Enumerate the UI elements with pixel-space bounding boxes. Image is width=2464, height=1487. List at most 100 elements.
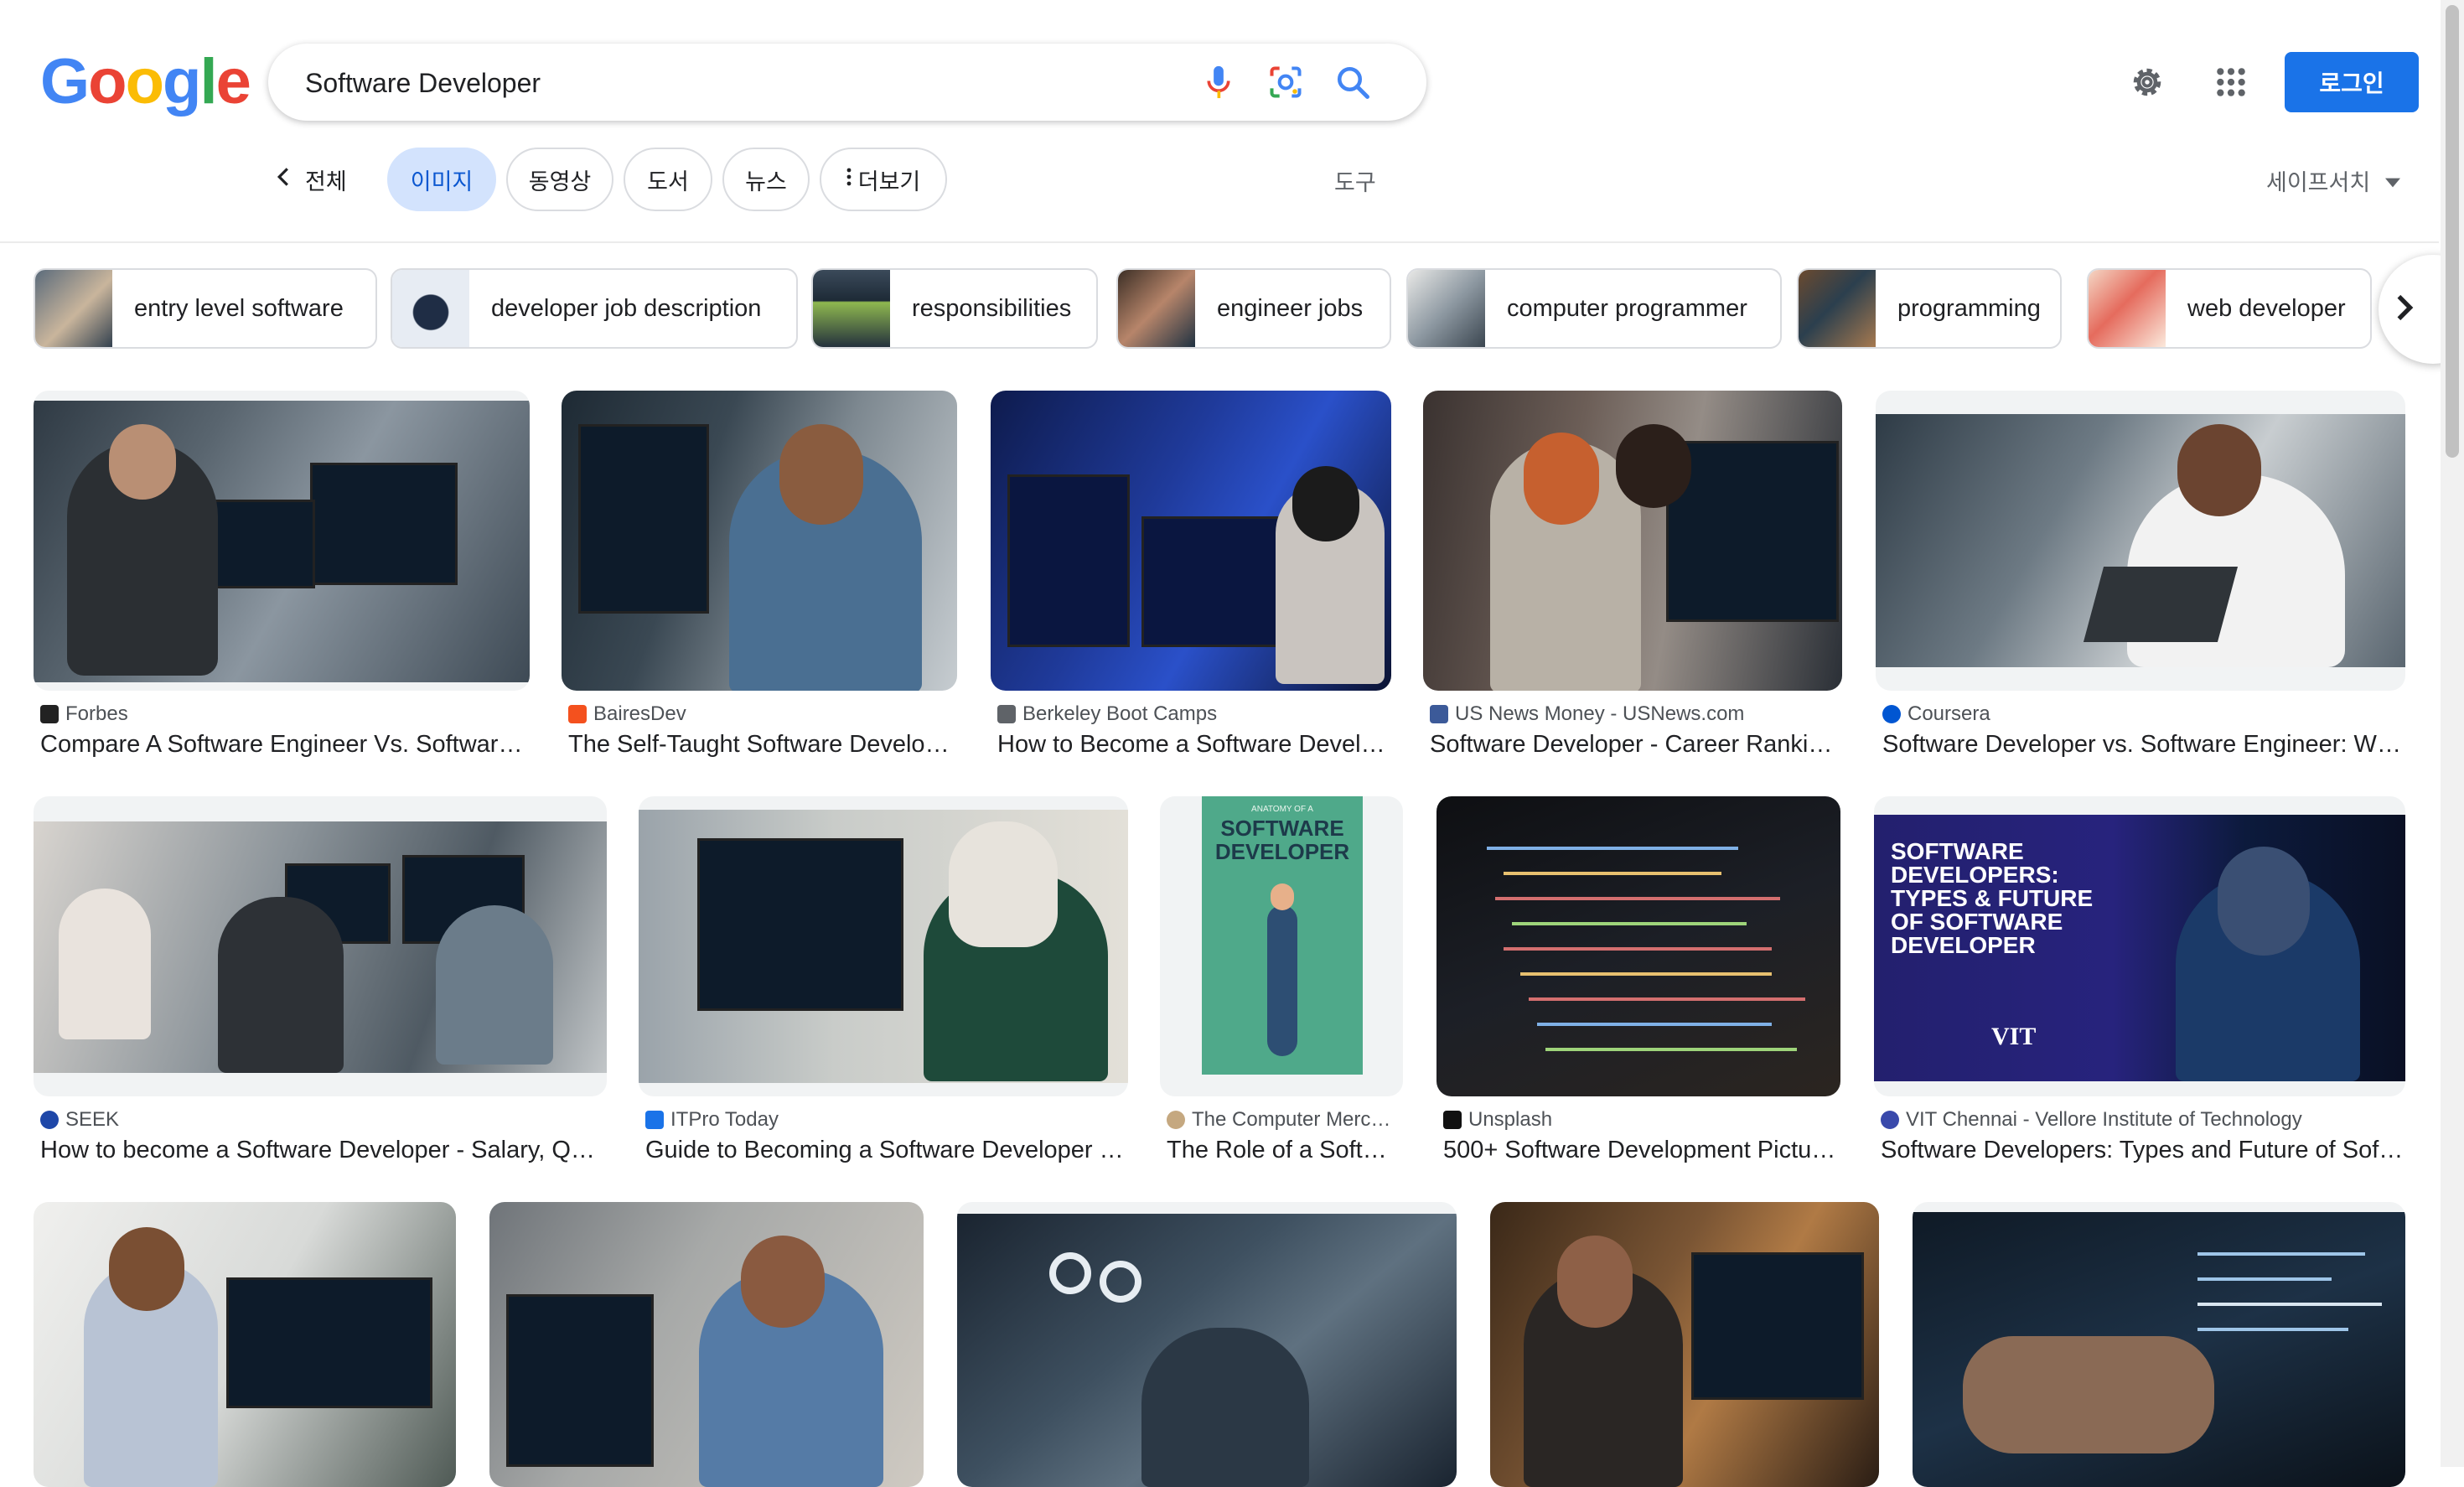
chip-computer-programmer[interactable]: computer programmer <box>1406 268 1782 349</box>
chip-label: entry level software <box>134 294 344 322</box>
chip-programming[interactable]: programming <box>1797 268 2062 349</box>
result-image[interactable] <box>1423 391 1842 691</box>
result-source[interactable]: Unsplash <box>1443 1108 1552 1132</box>
search-bar <box>268 44 1426 121</box>
vit-logo: VIT <box>1991 1023 2037 1050</box>
result-source[interactable]: VIT Chennai - Vellore Institute of Techn… <box>1881 1108 2302 1132</box>
chip-responsibilities[interactable]: responsibilities <box>811 268 1098 349</box>
safesearch-label: 세이프서치 <box>2266 170 2371 195</box>
image-result[interactable]: Coursera Software Developer vs. Software… <box>1876 391 2405 759</box>
result-title[interactable]: The Self-Taught Software Develop… <box>568 731 954 759</box>
tab-news[interactable]: 뉴스 <box>722 148 810 211</box>
result-image[interactable] <box>1876 391 2405 691</box>
result-title[interactable]: How to become a Software Developer - Sal… <box>40 1137 607 1164</box>
source-label: BairesDev <box>593 702 686 725</box>
chip-developer-job-description[interactable]: developer job description <box>391 268 798 349</box>
result-title[interactable]: How to Become a Software Devel… <box>997 731 1391 759</box>
image-result[interactable]: Berkeley Boot Camps How to Become a Soft… <box>991 391 1391 759</box>
chip-entry-level-software[interactable]: entry level software <box>34 268 377 349</box>
image-result[interactable] <box>34 1202 456 1487</box>
result-title[interactable]: Guide to Becoming a Software Developer |… <box>645 1137 1128 1164</box>
image-result[interactable]: Forbes Compare A Software Engineer Vs. S… <box>34 391 530 759</box>
chip-engineer-jobs[interactable]: engineer jobs <box>1116 268 1391 349</box>
result-image[interactable] <box>489 1202 924 1487</box>
result-source[interactable]: SEEK <box>40 1108 119 1132</box>
chip-label: developer job description <box>491 294 762 322</box>
image-result[interactable]: SOFTWARE DEVELOPERS: TYPES & FUTURE OF S… <box>1874 796 2405 1165</box>
result-image[interactable] <box>34 796 607 1096</box>
chip-thumbnail <box>35 270 112 347</box>
image-result[interactable] <box>1913 1202 2405 1487</box>
result-source[interactable]: ITPro Today <box>645 1108 779 1132</box>
result-image[interactable] <box>34 1202 456 1487</box>
result-image[interactable] <box>562 391 957 691</box>
caret-down-icon <box>2385 168 2401 194</box>
result-title[interactable]: Software Developers: Types and Future of… <box>1881 1137 2404 1164</box>
tools-button[interactable]: 도구 <box>1334 164 1376 197</box>
apps-grid-icon[interactable] <box>2208 59 2254 106</box>
safesearch-dropdown[interactable]: 세이프서치 <box>2266 164 2401 197</box>
tab-more-label: 더보기 <box>857 168 921 194</box>
chip-thumbnail <box>1408 270 1485 347</box>
google-logo[interactable]: Google <box>40 46 251 117</box>
chip-label: engineer jobs <box>1217 294 1364 322</box>
vit-banner-text: SOFTWARE DEVELOPERS: TYPES & FUTURE OF S… <box>1891 840 2093 957</box>
infographic-line: DEVELOPER <box>1214 839 1350 864</box>
image-result[interactable] <box>489 1202 924 1487</box>
chip-thumbnail <box>392 270 469 347</box>
result-image[interactable]: ANATOMY OF A SOFTWARE DEVELOPER <box>1160 796 1403 1096</box>
image-result[interactable]: BairesDev The Self-Taught Software Devel… <box>562 391 957 759</box>
result-title[interactable]: The Role of a Softw… <box>1167 1137 1403 1164</box>
result-title[interactable]: Software Developer vs. Software Engineer… <box>1882 731 2402 759</box>
tab-images[interactable]: 이미지 <box>387 148 496 211</box>
favicon-icon <box>1167 1111 1185 1129</box>
tab-videos[interactable]: 동영상 <box>506 148 613 211</box>
result-source[interactable]: US News Money - USNews.com <box>1430 702 1744 726</box>
image-result[interactable]: ITPro Today Guide to Becoming a Software… <box>639 796 1128 1165</box>
tab-more[interactable]: 더보기 <box>820 148 947 211</box>
source-label: Forbes <box>65 702 128 725</box>
result-image[interactable] <box>1436 796 1840 1096</box>
result-image[interactable] <box>1913 1202 2405 1487</box>
result-source[interactable]: Coursera <box>1882 702 1990 726</box>
image-result[interactable]: US News Money - USNews.com Software Deve… <box>1423 391 1842 759</box>
chip-web-developer[interactable]: web developer <box>2087 268 2372 349</box>
scrollbar-thumb[interactable] <box>2446 5 2459 458</box>
lens-camera-icon[interactable] <box>1264 60 1307 104</box>
image-result[interactable] <box>957 1202 1457 1487</box>
result-image[interactable] <box>1490 1202 1879 1487</box>
login-button[interactable]: 로그인 <box>2285 52 2419 112</box>
result-title[interactable]: Software Developer - Career Rankin… <box>1430 731 1840 759</box>
logo-letter: G <box>40 46 90 117</box>
microphone-icon[interactable] <box>1197 60 1240 104</box>
logo-letter: l <box>199 46 217 117</box>
result-image[interactable] <box>957 1202 1457 1487</box>
favicon-icon <box>645 1111 664 1129</box>
result-title[interactable]: Compare A Software Engineer Vs. Software… <box>40 731 526 759</box>
tab-books[interactable]: 도서 <box>624 148 712 211</box>
chip-label: computer programmer <box>1507 294 1747 322</box>
result-image[interactable]: SOFTWARE DEVELOPERS: TYPES & FUTURE OF S… <box>1874 796 2405 1096</box>
search-icon[interactable] <box>1331 60 1374 104</box>
result-title[interactable]: 500+ Software Development Pictur… <box>1443 1137 1840 1164</box>
source-label: VIT Chennai - Vellore Institute of Techn… <box>1906 1108 2302 1131</box>
result-image[interactable] <box>34 391 530 691</box>
image-result[interactable]: ANATOMY OF A SOFTWARE DEVELOPER The Comp… <box>1160 796 1403 1165</box>
result-source[interactable]: The Computer Merc… <box>1167 1108 1390 1132</box>
vit-banner-line: OF SOFTWARE <box>1891 909 2063 935</box>
result-source[interactable]: Berkeley Boot Camps <box>997 702 1217 726</box>
chip-label: web developer <box>2187 294 2346 322</box>
result-image[interactable] <box>639 796 1128 1096</box>
tab-all[interactable]: 전체 <box>277 148 347 211</box>
source-label: US News Money - USNews.com <box>1455 702 1745 725</box>
search-input[interactable] <box>303 62 1145 104</box>
result-image[interactable] <box>991 391 1391 691</box>
chevron-left-icon <box>277 166 290 194</box>
image-result[interactable] <box>1490 1202 1879 1487</box>
result-source[interactable]: Forbes <box>40 702 128 726</box>
chip-thumbnail <box>1799 270 1876 347</box>
gear-icon[interactable] <box>2124 59 2171 106</box>
result-source[interactable]: BairesDev <box>568 702 686 726</box>
image-result[interactable]: SEEK How to become a Software Developer … <box>34 796 607 1165</box>
image-result[interactable]: Unsplash 500+ Software Development Pictu… <box>1436 796 1840 1165</box>
